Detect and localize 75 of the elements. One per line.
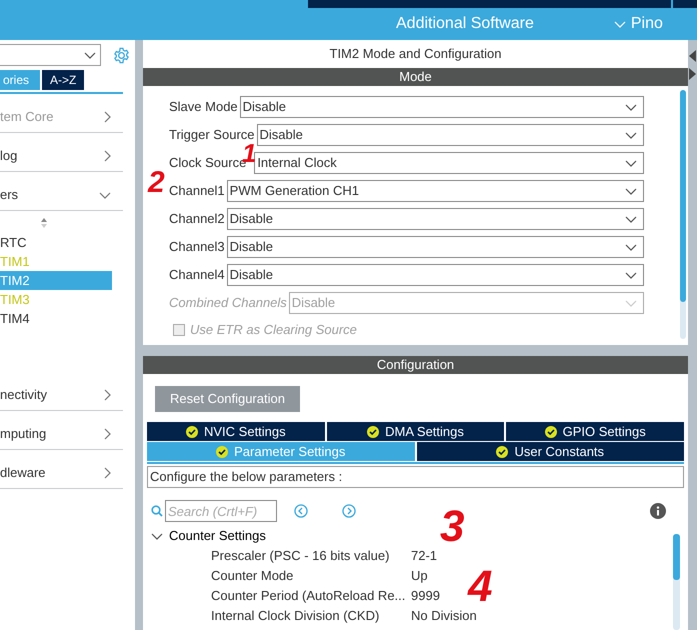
mode-select[interactable]: PWM Generation CH1	[226, 180, 644, 202]
field-label: Channel1	[169, 182, 225, 200]
parameter-name: Internal Clock Division (CKD)	[211, 607, 380, 626]
search-icon	[151, 505, 163, 517]
chevron-icon	[625, 160, 637, 166]
peripheral-item[interactable]: RTC	[0, 233, 112, 252]
chevron-icon	[84, 52, 96, 58]
chevron-icon	[625, 104, 637, 110]
chevron-icon	[625, 216, 637, 222]
category-item[interactable]: mputing	[0, 411, 123, 450]
check-circle-icon	[367, 426, 380, 438]
chevron-icon	[151, 532, 163, 540]
category-item[interactable]: ers	[0, 172, 123, 211]
next-icon[interactable]	[342, 504, 356, 518]
field-label: Channel2	[169, 210, 225, 228]
field-label: Channel3	[169, 238, 225, 256]
parameter-name: Counter Mode	[211, 567, 294, 586]
previous-icon[interactable]	[294, 504, 308, 518]
chevron-icon	[625, 188, 637, 194]
handwritten-number: 4	[468, 565, 492, 609]
search-dropdown[interactable]	[0, 44, 101, 66]
category-item[interactable]: dleware	[0, 450, 123, 489]
sort-icon[interactable]	[40, 217, 48, 229]
chevron-icon	[625, 244, 637, 250]
scrollbar-track[interactable]	[673, 534, 680, 630]
field-label: Trigger Source	[169, 126, 254, 144]
check-circle-icon	[496, 446, 508, 458]
chevron-icon	[625, 300, 637, 306]
panel-title: TIM2 Mode and Configuration	[328, 45, 502, 64]
chevron-icon	[99, 192, 111, 198]
settings-icon[interactable]	[113, 46, 130, 64]
parameter-value[interactable]: No Division	[411, 606, 477, 626]
mode-select[interactable]: Disable	[226, 208, 644, 230]
parameter-value[interactable]: 72-1	[411, 546, 438, 566]
sort-tab[interactable]: A->Z	[42, 70, 84, 90]
settings-tab[interactable]: NVIC Settings	[147, 422, 325, 441]
handwritten-number: 2	[148, 168, 165, 198]
chevron-icon	[104, 150, 111, 162]
section-header: Configuration	[143, 356, 688, 374]
peripheral-item[interactable]: TIM4	[0, 309, 112, 328]
parameter-name: Prescaler (PSC - 16 bits value)	[211, 547, 390, 566]
section-header: Mode	[143, 68, 688, 86]
chevron-icon	[614, 20, 626, 28]
settings-tab[interactable]: User Constants	[416, 442, 684, 461]
checkbox-label: Use ETR as Clearing Source	[190, 321, 357, 340]
search-field[interactable]: Search (Crtl+F)	[165, 500, 277, 522]
category-item[interactable]: nectivity	[0, 372, 123, 411]
mode-select[interactable]: Disable	[256, 124, 644, 146]
field-label: Combined Channels	[169, 294, 287, 312]
parameter-value[interactable]: 9999	[411, 586, 440, 606]
settings-tab[interactable]: DMA Settings	[326, 422, 504, 441]
chevron-icon	[104, 428, 111, 440]
field-label: Slave Mode	[169, 98, 238, 116]
parameter-name: Counter Period (AutoReload Re...	[211, 587, 406, 606]
chevron-icon	[625, 132, 637, 138]
check-circle-icon	[544, 426, 557, 438]
category-item[interactable]: log	[0, 133, 123, 172]
chevron-icon	[104, 111, 111, 123]
chevron-icon	[104, 467, 111, 479]
mode-select[interactable]: Disable	[226, 264, 644, 286]
check-circle-icon	[216, 446, 228, 458]
mode-select[interactable]: Disable	[226, 236, 644, 258]
mode-select[interactable]: Internal Clock	[254, 152, 644, 174]
parameter-value[interactable]: Up	[411, 566, 428, 586]
chevron-icon	[104, 389, 111, 401]
scrollbar-thumb[interactable]	[673, 534, 680, 580]
field-label: Channel4	[169, 266, 225, 284]
mode-select[interactable]: Disable	[240, 96, 644, 118]
handwritten-number: 3	[440, 505, 464, 549]
mode-select: Disable	[288, 292, 644, 314]
description-box: Configure the below parameters :	[147, 466, 684, 488]
settings-tab[interactable]: GPIO Settings	[506, 422, 684, 441]
chevron-icon	[625, 272, 637, 278]
info-icon[interactable]	[650, 503, 666, 519]
check-circle-icon	[186, 426, 198, 438]
